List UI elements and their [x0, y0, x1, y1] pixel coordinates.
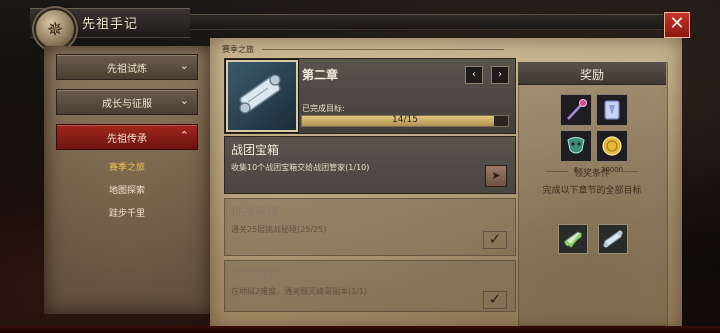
task-desc: 通关25层挑战秘境(25/25): [231, 225, 327, 234]
chevron-down-icon: ⌄: [179, 94, 189, 107]
section-label: 赛季之旅: [222, 45, 254, 54]
sidebar-item-label: 先祖传承: [107, 133, 147, 145]
sidebar-item-ancestor-legacy[interactable]: 先祖传承 ⌃: [56, 124, 198, 150]
close-button[interactable]: ✕: [664, 12, 690, 38]
crystal-icon[interactable]: 600: [596, 94, 628, 138]
section-divider: [262, 49, 504, 50]
task-desc: 收集10个战团宝箱交给战团管家(1/10): [231, 163, 370, 172]
sidebar-item-label: 成长与征服: [102, 98, 152, 110]
scroll-icon[interactable]: [598, 224, 628, 254]
mask-icon[interactable]: 6: [560, 130, 592, 174]
task-desc: 在地狱2难度，通关毁灭峰哥副本(1/1): [231, 287, 368, 296]
claim-condition-label: 领奖条件: [573, 169, 610, 179]
task-title: 战团宝箱: [231, 143, 280, 157]
checkmark-icon: ✓: [483, 291, 507, 309]
scroll-icon: [226, 60, 298, 132]
emblem-symbol: ✵: [46, 17, 64, 41]
progress-label: 已完成目标:: [302, 104, 345, 113]
task-card-dungeon-boss: 副本首领 在地狱2难度，通关毁灭峰哥副本(1/1) ✓: [224, 260, 516, 312]
chevron-down-icon: ⌄: [179, 59, 189, 72]
subitem-step-by-step[interactable]: 跬步千里: [44, 206, 210, 219]
task-card-guild-chest: 战团宝箱 收集10个战团宝箱交给战团管家(1/10) ➤: [224, 136, 516, 194]
staff-icon[interactable]: 12: [560, 94, 592, 138]
claim-condition-desc: 完成以下章节的全部目标: [542, 186, 642, 196]
task-title: 副本首领: [231, 267, 280, 281]
subitem-season-journey[interactable]: 赛季之旅: [44, 160, 210, 173]
navigate-button[interactable]: ➤: [485, 165, 507, 187]
window-title: 先祖手记: [82, 17, 139, 32]
task-card-challenge-rift: 挑战秘境 通关25层挑战秘境(25/25) ✓: [224, 198, 516, 256]
title-bar-extension: [190, 14, 668, 30]
reward-title: 奖励: [579, 68, 604, 82]
chapter-title: 第二章: [302, 68, 339, 82]
checkmark-icon: ✓: [483, 231, 507, 249]
sidebar-item-growth-conquest[interactable]: 成长与征服 ⌄: [56, 89, 198, 115]
task-title: 挑战秘境: [231, 205, 280, 219]
journal-emblem-icon: ✵: [34, 8, 76, 50]
next-chapter-button[interactable]: ›: [491, 66, 509, 84]
chevron-up-icon: ⌃: [179, 129, 189, 142]
divider-right: [616, 171, 638, 172]
prev-chapter-button[interactable]: ‹: [465, 66, 483, 84]
sidebar-item-label: 先祖试炼: [107, 63, 147, 75]
progress-bar: 14/15: [301, 115, 509, 127]
gold-coin-icon[interactable]: 30000: [596, 130, 628, 174]
bottom-border: [0, 326, 720, 333]
scroll-check-icon[interactable]: [558, 224, 588, 254]
sidebar: 先祖试炼 ⌄ 成长与征服 ⌄ 先祖传承 ⌃ 赛季之旅 地图探索 跬步千里: [44, 46, 212, 314]
subitem-map-exploration[interactable]: 地图探索: [44, 183, 210, 196]
progress-text: 14/15: [392, 115, 418, 125]
sidebar-item-ancestor-trials[interactable]: 先祖试炼 ⌄: [56, 54, 198, 80]
